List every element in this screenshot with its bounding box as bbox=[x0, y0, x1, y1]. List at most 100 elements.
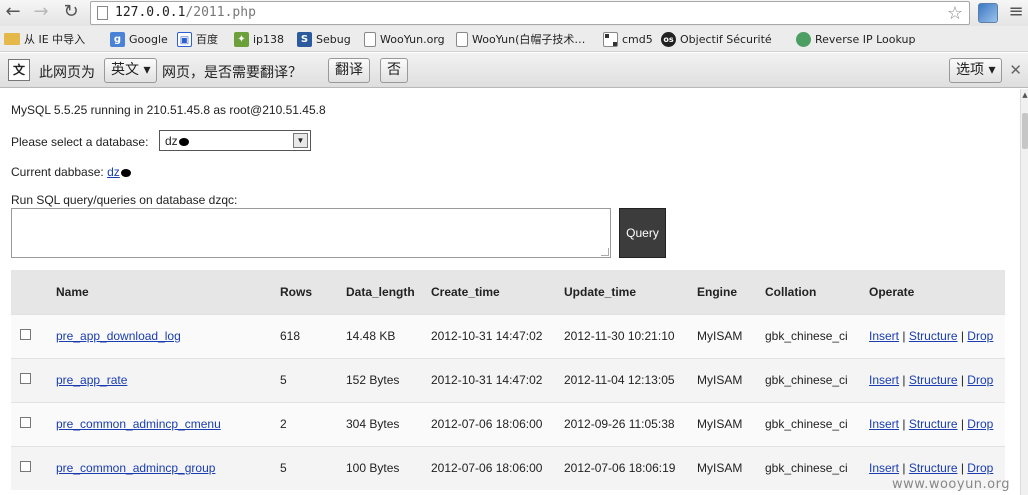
bookmark-wooyun-tech[interactable]: WooYun(白帽子技术… bbox=[456, 30, 585, 48]
bookmark-wooyun[interactable]: WooYun.org bbox=[364, 30, 445, 48]
scroll-thumb[interactable] bbox=[1022, 113, 1028, 149]
bookmark-reverse-ip[interactable]: Reverse IP Lookup bbox=[796, 30, 915, 48]
header-engine: Engine bbox=[693, 270, 761, 314]
language-value: 英文 bbox=[111, 62, 139, 78]
url-host: 127.0.0.1 bbox=[115, 5, 186, 20]
no-translate-button[interactable]: 否 bbox=[380, 58, 408, 83]
cmd5-icon bbox=[603, 31, 618, 47]
bookmark-label: cmd5 bbox=[622, 32, 653, 46]
insert-link[interactable]: Insert bbox=[869, 417, 899, 431]
insert-link[interactable]: Insert bbox=[869, 461, 899, 475]
table-name-link[interactable]: pre_app_rate bbox=[56, 373, 127, 387]
options-dropdown[interactable]: 选项 ▾ bbox=[949, 58, 1003, 83]
bookmark-label: Google bbox=[129, 32, 168, 46]
create-time-cell: 2012-10-31 14:47:02 bbox=[427, 357, 560, 402]
database-select[interactable]: dz ▼ bbox=[159, 130, 311, 151]
current-database-label: Current dabbase: bbox=[11, 165, 104, 179]
header-operate: Operate bbox=[865, 270, 1005, 314]
row-select-cell bbox=[11, 445, 52, 490]
ip138-icon: ✦ bbox=[234, 31, 249, 47]
baidu-icon: ▣ bbox=[177, 31, 192, 47]
page-content: MySQL 5.5.25 running in 210.51.45.8 as r… bbox=[0, 89, 1020, 495]
page-icon bbox=[456, 31, 468, 47]
resize-grip-icon[interactable] bbox=[601, 248, 609, 256]
update-time-cell: 2012-11-04 12:13:05 bbox=[560, 357, 693, 402]
bookmark-cmd5[interactable]: cmd5 bbox=[603, 30, 653, 48]
table-name-link[interactable]: pre_common_admincp_cmenu bbox=[56, 417, 221, 431]
row-checkbox[interactable] bbox=[20, 373, 31, 384]
bookmark-import-ie[interactable]: 从 IE 中导入 bbox=[4, 30, 85, 48]
objectif-icon: os bbox=[661, 31, 676, 47]
redaction-blot bbox=[178, 137, 189, 146]
chevron-down-icon: ▼ bbox=[293, 133, 308, 148]
reload-icon[interactable]: ↻ bbox=[60, 2, 82, 24]
bookmark-label: WooYun.org bbox=[380, 32, 445, 46]
bookmark-baidu[interactable]: ▣ 百度 bbox=[177, 30, 218, 48]
insert-link[interactable]: Insert bbox=[869, 329, 899, 343]
translate-button[interactable]: 翻译 bbox=[328, 58, 370, 83]
tables-list: Name Rows Data_length Create_time Update… bbox=[11, 270, 1005, 490]
bookmark-label: Reverse IP Lookup bbox=[815, 32, 916, 46]
table-row: pre_app_download_log 618 14.48 KB 2012-10-3… bbox=[11, 313, 1005, 358]
operate-separator: | bbox=[957, 417, 968, 431]
bookmark-objectif[interactable]: os Objectif Sécurité bbox=[661, 30, 772, 48]
insert-link[interactable]: Insert bbox=[869, 373, 899, 387]
globe-icon bbox=[796, 31, 811, 47]
drop-link[interactable]: Drop bbox=[967, 329, 993, 343]
translate-question: 网页，是否需要翻译？ bbox=[162, 65, 302, 81]
operate-separator: | bbox=[957, 461, 968, 476]
structure-link[interactable]: Structure bbox=[909, 461, 958, 475]
bookmark-ip138[interactable]: ✦ ip138 bbox=[234, 30, 284, 48]
translate-bar: 文 此网页为 英文 ▾ 网页，是否需要翻译？ 翻译 否 选项 ▾ ✕ bbox=[0, 53, 1028, 88]
sql-query-textarea[interactable] bbox=[11, 208, 611, 258]
extension-icon[interactable] bbox=[978, 3, 998, 23]
structure-link[interactable]: Structure bbox=[909, 373, 958, 387]
rows-cell: 5 bbox=[276, 357, 342, 402]
wrench-menu-icon[interactable]: ≡ bbox=[1006, 2, 1026, 24]
page-icon bbox=[97, 6, 108, 20]
bookmark-google[interactable]: g Google bbox=[110, 30, 168, 48]
address-bar[interactable]: 127.0.0.1/2011.php ☆ bbox=[90, 1, 970, 25]
star-icon[interactable]: ☆ bbox=[947, 3, 963, 24]
rows-cell: 5 bbox=[276, 445, 342, 490]
data-length-cell: 14.48 KB bbox=[342, 313, 427, 358]
language-dropdown[interactable]: 英文 ▾ bbox=[104, 58, 158, 83]
bookmarks-bar: 从 IE 中导入 g Google ▣ 百度 ✦ ip138 S Sebug WooYu… bbox=[0, 26, 1028, 52]
back-icon[interactable]: ← bbox=[2, 2, 24, 24]
drop-link[interactable]: Drop bbox=[967, 373, 993, 387]
rows-cell: 2 bbox=[276, 401, 342, 446]
close-icon[interactable]: ✕ bbox=[1009, 61, 1022, 79]
structure-link[interactable]: Structure bbox=[909, 417, 958, 431]
table-name-cell: pre_common_admincp_cmenu bbox=[52, 401, 276, 446]
row-select-cell bbox=[11, 401, 52, 446]
current-database: Current dabbase: dz bbox=[11, 165, 131, 179]
row-checkbox[interactable] bbox=[20, 329, 31, 340]
row-checkbox[interactable] bbox=[20, 461, 31, 473]
folder-icon bbox=[4, 33, 20, 45]
current-database-link[interactable]: dz bbox=[107, 165, 120, 179]
scroll-up-icon[interactable]: ▲ bbox=[1021, 91, 1028, 99]
table-name-link[interactable]: pre_app_download_log bbox=[56, 329, 181, 343]
bookmark-label: WooYun(白帽子技术… bbox=[472, 33, 586, 46]
bookmark-label: 从 IE 中导入 bbox=[24, 33, 86, 46]
update-time-cell: 2012-07-06 18:06:19 bbox=[560, 445, 693, 490]
structure-link[interactable]: Structure bbox=[909, 329, 958, 343]
table-name-link[interactable]: pre_common_admincp_group bbox=[56, 461, 215, 475]
row-select-cell bbox=[11, 313, 52, 358]
collation-cell: gbk_chinese_ci bbox=[761, 313, 865, 358]
select-database-label: Please select a database: bbox=[11, 135, 149, 149]
operate-cell: Insert | Structure | Drop bbox=[865, 401, 1005, 446]
bookmark-label: ip138 bbox=[253, 32, 285, 46]
sebug-icon: S bbox=[297, 31, 312, 47]
vertical-scrollbar[interactable]: ▲ bbox=[1020, 89, 1028, 495]
drop-link[interactable]: Drop bbox=[967, 417, 993, 431]
engine-cell: MyISAM bbox=[693, 313, 761, 358]
drop-link[interactable]: Drop bbox=[967, 461, 993, 475]
header-collation: Collation bbox=[761, 270, 865, 314]
bookmark-sebug[interactable]: S Sebug bbox=[297, 30, 351, 48]
forward-icon[interactable]: → bbox=[30, 2, 52, 24]
options-label: 选项 bbox=[956, 62, 984, 78]
row-checkbox[interactable] bbox=[20, 417, 31, 428]
query-button[interactable]: Query bbox=[619, 208, 666, 258]
operate-separator: | bbox=[957, 329, 968, 343]
